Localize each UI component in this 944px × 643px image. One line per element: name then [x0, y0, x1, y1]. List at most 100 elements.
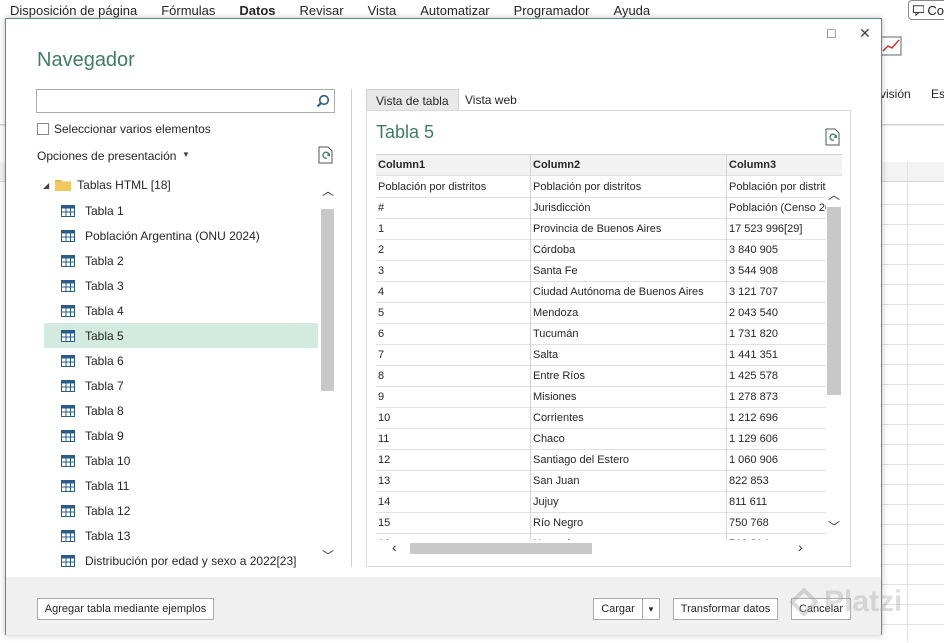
- table-row: 5 Mendoza 2 043 540: [376, 303, 842, 324]
- table-cell: 3 121 707: [729, 286, 778, 298]
- tree-item[interactable]: Distribución por edad y sexo a 2022[23]: [44, 548, 318, 573]
- tree-item-label: Tabla 4: [85, 303, 124, 318]
- grid-line: [880, 464, 944, 465]
- table-cell: Jurisdicción: [531, 198, 727, 219]
- table-cell: 8: [376, 366, 531, 387]
- panel-divider: [351, 89, 352, 567]
- tab-web-view[interactable]: Vista web: [456, 89, 526, 111]
- table-cell: Población por distritos: [376, 177, 531, 198]
- forecast-sheet-icon: [880, 36, 902, 56]
- tree-item-label: Tabla 6: [85, 353, 124, 368]
- table-cell: 1 129 606: [729, 433, 778, 445]
- ribbon-tab[interactable]: Fórmulas: [161, 3, 215, 18]
- grid-line: [880, 444, 944, 445]
- scroll-down-icon[interactable]: ﹀: [322, 550, 334, 562]
- scroll-up-icon[interactable]: ︿: [322, 185, 334, 197]
- table-cell: Población por distritos: [531, 177, 727, 198]
- grid-line: [880, 244, 944, 245]
- grid-line: [880, 424, 944, 425]
- folder-icon: [55, 180, 72, 191]
- column-header[interactable]: Column3: [727, 155, 842, 176]
- tree-item[interactable]: Tabla 3: [44, 273, 318, 298]
- grid-line: [880, 384, 944, 385]
- search-input[interactable]: [36, 89, 335, 113]
- scroll-down-icon[interactable]: ﹀: [828, 521, 840, 533]
- table-icon: [61, 554, 75, 567]
- transform-data-button[interactable]: Transformar datos: [673, 598, 778, 620]
- grid-line: [880, 324, 944, 325]
- ribbon-tab[interactable]: Programador: [514, 3, 590, 18]
- table-cell: 5: [376, 303, 531, 324]
- select-multiple-label: Seleccionar varios elementos: [54, 122, 211, 136]
- table-icon: [61, 229, 75, 242]
- table-cell: 17 523 996[29]: [729, 223, 803, 235]
- tab-table-view[interactable]: Vista de tabla: [366, 89, 459, 111]
- table-row: 15 Río Negro 750 768: [376, 513, 842, 534]
- table-cell: #: [376, 198, 531, 219]
- scrollbar-thumb[interactable]: [410, 543, 592, 554]
- scroll-left-icon[interactable]: ‹: [392, 540, 397, 554]
- tree-item-label: Tabla 5: [85, 328, 124, 343]
- tree-item[interactable]: Tabla 1: [44, 198, 318, 223]
- tree-item[interactable]: Tabla 7: [44, 373, 318, 398]
- table-icon: [61, 404, 75, 417]
- column-header[interactable]: Column2: [531, 155, 727, 176]
- close-icon[interactable]: ✕: [859, 25, 871, 42]
- preview-horizontal-scrollbar[interactable]: ‹ ›: [376, 540, 842, 556]
- refresh-preview-icon[interactable]: [825, 128, 841, 146]
- tree-root-label: Tablas HTML [18]: [77, 178, 171, 192]
- tree-scrollbar[interactable]: ︿ ﹀: [318, 181, 335, 565]
- chevron-down-icon[interactable]: ▼: [182, 150, 190, 159]
- table-row: # Jurisdicción Población (Censo 20: [376, 198, 842, 219]
- maximize-icon[interactable]: □: [827, 25, 835, 41]
- grid-line: [880, 304, 944, 305]
- tree-item[interactable]: Tabla 5: [44, 323, 318, 348]
- scrollbar-thumb[interactable]: [827, 207, 841, 395]
- refresh-icon[interactable]: [318, 146, 334, 164]
- tree-item[interactable]: Población Argentina (ONU 2024): [44, 223, 318, 248]
- grid-line: [880, 284, 944, 285]
- ribbon-tab[interactable]: Revisar: [300, 3, 344, 18]
- tree-root-folder[interactable]: ◢ Tablas HTML [18]: [43, 178, 171, 192]
- tree-item[interactable]: Tabla 8: [44, 398, 318, 423]
- grid-line: [880, 264, 944, 265]
- tree-item[interactable]: Tabla 4: [44, 298, 318, 323]
- table-icon: [61, 354, 75, 367]
- table-cell: 9: [376, 387, 531, 408]
- collapse-triangle-icon[interactable]: ◢: [43, 181, 49, 190]
- add-table-by-example-button[interactable]: Agregar tabla mediante ejemplos: [37, 598, 214, 620]
- display-options-dropdown[interactable]: Opciones de presentación: [37, 149, 176, 163]
- scrollbar-thumb[interactable]: [321, 209, 334, 391]
- table-row: Población por distritos Población por dis…: [376, 177, 842, 198]
- tree-item[interactable]: Tabla 11: [44, 473, 318, 498]
- tree-item[interactable]: Tabla 9: [44, 423, 318, 448]
- load-dropdown-button[interactable]: ▾: [642, 598, 660, 620]
- search-icon[interactable]: [316, 94, 330, 108]
- tree-item[interactable]: Tabla 2: [44, 248, 318, 273]
- share-label: Co: [927, 2, 944, 18]
- select-multiple-checkbox[interactable]: [37, 123, 49, 135]
- scroll-right-icon[interactable]: ›: [798, 540, 803, 554]
- load-button[interactable]: Cargar: [593, 598, 643, 620]
- scroll-up-icon[interactable]: ︿: [828, 189, 840, 201]
- tree-item[interactable]: Tabla 12: [44, 498, 318, 523]
- ribbon-tab[interactable]: Vista: [368, 3, 397, 18]
- ribbon-tab[interactable]: Datos: [239, 3, 275, 18]
- table-icon: [61, 479, 75, 492]
- tree-item[interactable]: Tabla 6: [44, 348, 318, 373]
- table-cell: 6: [376, 324, 531, 345]
- preview-vertical-scrollbar[interactable]: ︿ ﹀: [826, 185, 842, 538]
- table-row: 14 Jujuy 811 611: [376, 492, 842, 513]
- share-button[interactable]: Co: [908, 0, 944, 20]
- tree-item-label: Tabla 7: [85, 378, 124, 393]
- table-cell: 7: [376, 345, 531, 366]
- ribbon-tab[interactable]: Automatizar: [420, 3, 489, 18]
- tree-item[interactable]: Tabla 10: [44, 448, 318, 473]
- ribbon-tab[interactable]: Disposición de página: [10, 3, 137, 18]
- tree-item[interactable]: Tabla 13: [44, 523, 318, 548]
- tree-item-label: Población Argentina (ONU 2024): [85, 228, 260, 243]
- watermark: Platzi: [790, 585, 902, 619]
- column-header[interactable]: Column1: [376, 155, 531, 176]
- ribbon-tab[interactable]: Ayuda: [614, 3, 651, 18]
- table-row: 8 Entre Ríos 1 425 578: [376, 366, 842, 387]
